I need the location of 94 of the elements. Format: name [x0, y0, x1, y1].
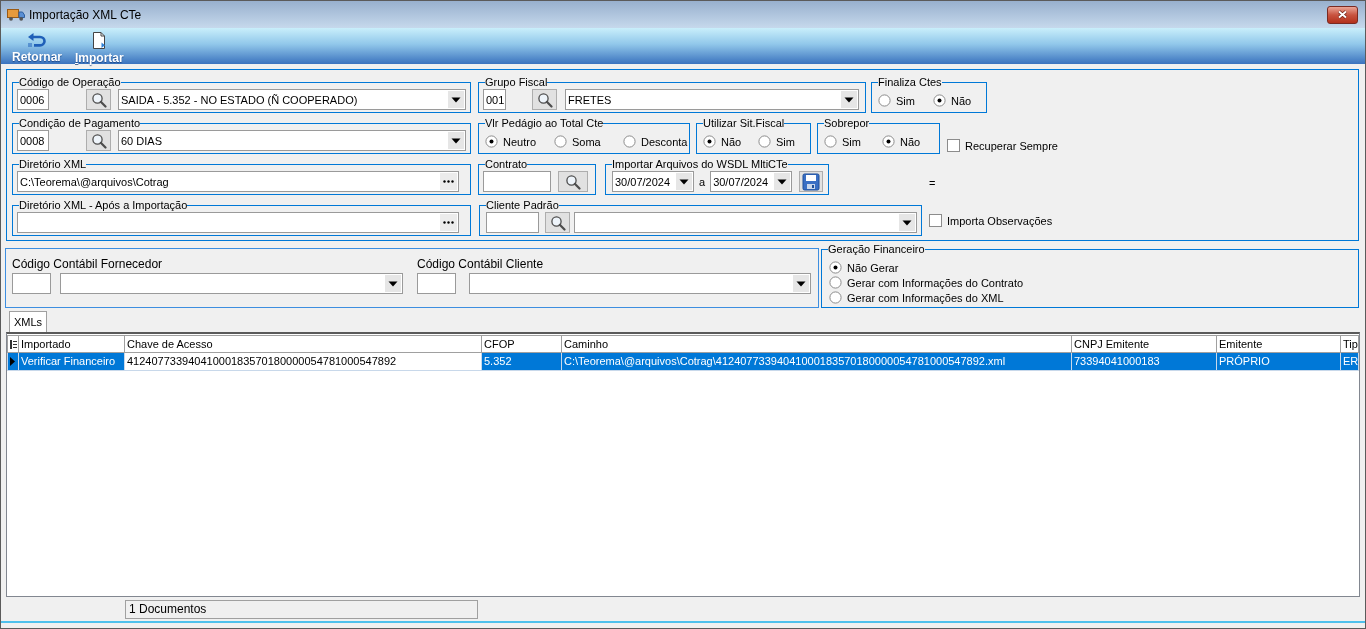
dropdown[interactable] [574, 212, 917, 233]
code-field[interactable]: 0006 [17, 89, 49, 110]
back-arrow-icon [27, 32, 47, 48]
caret-icon [793, 275, 809, 292]
table-cell: Verificar Financeiro [18, 352, 125, 371]
group-label: Utilizar Sit.Fiscal [703, 117, 785, 130]
search-icon [549, 214, 566, 231]
code-field[interactable] [12, 273, 51, 294]
group-label: Código de Operação [19, 76, 121, 89]
path-field[interactable]: C:\Teorema\@arquivos\Cotrag [17, 171, 459, 192]
dropdown[interactable] [60, 273, 403, 294]
column-header[interactable]: Emitente [1216, 335, 1341, 353]
group-label: Contrato [485, 158, 528, 171]
caret-icon [676, 173, 692, 190]
search-button[interactable] [558, 171, 588, 192]
caret-icon [899, 214, 915, 231]
browse-button[interactable] [440, 214, 457, 231]
code-field[interactable]: 001 [483, 89, 506, 110]
group-label: Sobrepor [824, 117, 870, 130]
group-label: Cliente Padrão [486, 199, 559, 212]
caret-icon [448, 132, 464, 149]
radio-option[interactable]: Gerar com Informações do XML [829, 290, 1004, 305]
caret-icon [448, 91, 464, 108]
radio-option[interactable]: Não [882, 135, 940, 148]
radio-option[interactable]: Sim [824, 135, 882, 148]
radio-option[interactable]: Gerar com Informações do Contrato [829, 275, 1024, 290]
save-button[interactable] [799, 171, 824, 192]
group-label: Importar Arquivos do WSDL MltiCTe [612, 158, 788, 171]
group-label: Finaliza Ctes [878, 76, 942, 89]
browse-button[interactable] [440, 173, 457, 190]
column-header[interactable]: CNPJ Emitente [1071, 335, 1217, 353]
group-label: Geração Financeiro [828, 243, 925, 256]
search-button[interactable] [86, 130, 111, 151]
search-icon [90, 132, 107, 149]
ellipsis-icon [443, 180, 454, 183]
column-header[interactable]: Tip [1340, 335, 1359, 353]
checkbox-option[interactable]: Recuperar Sempre [947, 139, 1058, 152]
truck-icon [7, 8, 25, 21]
import-button[interactable]: Importar [75, 28, 124, 64]
radio-option[interactable]: Neutro [485, 135, 554, 148]
column-header[interactable]: Caminho [561, 335, 1072, 353]
code-field[interactable] [483, 171, 551, 192]
path-field[interactable] [17, 212, 459, 233]
table-cell: 73394041000183 [1071, 352, 1217, 371]
range-label: a [699, 175, 706, 188]
group-label: Diretório XML - Após a Importação [19, 199, 188, 212]
radio-option[interactable]: Não [703, 135, 758, 148]
date-field[interactable]: 30/07/2024 [612, 171, 694, 192]
close-button[interactable] [1327, 5, 1358, 24]
group-label: Vlr Pedágio ao Total Cte [485, 117, 604, 130]
group-label: Grupo Fiscal [485, 76, 548, 89]
document-count: 1 Documentos [125, 599, 478, 619]
search-button[interactable] [545, 212, 570, 233]
equals-sign: = [929, 177, 936, 190]
code-field[interactable]: 0008 [17, 130, 49, 151]
search-icon [565, 173, 581, 190]
field-label: Código Contábil Fornecedor [12, 258, 164, 271]
search-icon [536, 91, 553, 108]
dropdown[interactable]: FRETES [565, 89, 859, 110]
window-title: Importação XML CTe [29, 7, 142, 22]
checkbox-option[interactable]: Importa Observações [929, 214, 1053, 227]
caret-icon [385, 275, 401, 292]
code-field[interactable] [417, 273, 456, 294]
dropdown[interactable]: 60 DIAS [118, 130, 466, 151]
tab[interactable]: XMLs [9, 311, 48, 332]
radio-option[interactable]: Sim [878, 94, 933, 107]
radio-option[interactable]: Não [933, 94, 988, 107]
date-field[interactable]: 30/07/2024 [710, 171, 793, 192]
field-label: Código Contábil Cliente [417, 258, 545, 271]
radio-option[interactable]: Soma [554, 135, 623, 148]
column-header[interactable]: Importado [18, 335, 125, 353]
search-button[interactable] [532, 89, 557, 110]
table-cell: PRÓPRIO [1216, 352, 1341, 371]
caret-icon [841, 91, 857, 108]
search-button[interactable] [86, 89, 111, 110]
dropdown[interactable]: SAIDA - 5.352 - NO ESTADO (Ñ COOPERADO) [118, 89, 466, 110]
ellipsis-icon [443, 221, 454, 224]
table-cell: ER [1340, 352, 1359, 371]
dropdown[interactable] [469, 273, 811, 294]
radio-option[interactable]: Desconta [623, 135, 692, 148]
radio-option[interactable]: Não Gerar [829, 260, 899, 275]
table-cell: C:\Teorema\@arquivos\Cotrag\41240773394041000183570180000054781000547892.xml [561, 352, 1072, 371]
code-field[interactable] [486, 212, 539, 233]
group-label: Diretório XML [19, 158, 87, 171]
document-icon [92, 32, 107, 49]
radio-option[interactable]: Sim [758, 135, 813, 148]
group-label: Condição de Pagamento [19, 117, 141, 130]
list-icon [10, 339, 17, 349]
close-icon [1336, 9, 1349, 20]
caret-icon [774, 173, 791, 190]
column-header[interactable]: Chave de Acesso [124, 335, 482, 353]
table-cell: 5.352 [481, 352, 562, 371]
search-icon [90, 91, 107, 108]
column-header[interactable]: CFOP [481, 335, 562, 353]
